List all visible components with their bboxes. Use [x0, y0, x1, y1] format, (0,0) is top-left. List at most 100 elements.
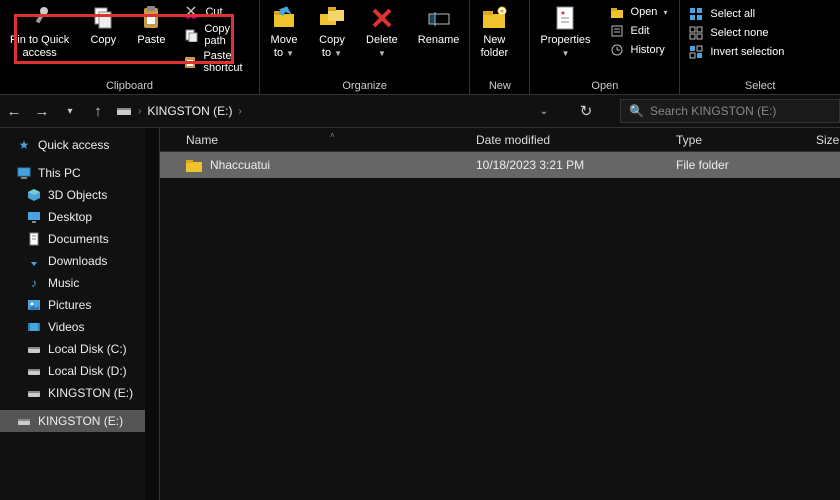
sidebar-quick-access[interactable]: ★ Quick access [0, 134, 159, 156]
breadcrumb[interactable]: › KINGSTON (E:) › [112, 103, 530, 119]
paste-shortcut-button[interactable]: Paste shortcut [183, 50, 251, 74]
breadcrumb-drive[interactable]: KINGSTON (E:) [147, 104, 232, 118]
ribbon-label-new: New [470, 80, 529, 92]
pin-icon [26, 4, 54, 32]
cut-button[interactable]: Cut [183, 4, 251, 20]
properties-icon [551, 4, 579, 32]
invert-selection-icon [688, 44, 704, 60]
copy-path-icon [183, 27, 198, 43]
sidebar-item-downloads[interactable]: Downloads [0, 250, 159, 272]
sidebar-item-desktop[interactable]: Desktop [0, 206, 159, 228]
column-header-date[interactable]: Date modified [476, 133, 676, 147]
nav-forward-button[interactable]: → [28, 97, 56, 125]
delete-button[interactable]: Delete▼ [356, 2, 408, 60]
sidebar: ★ Quick access This PC 3D Objects Deskto… [0, 128, 160, 500]
ribbon-label-clipboard: Clipboard [0, 80, 259, 92]
properties-button[interactable]: Properties▼ [530, 2, 600, 60]
select-none-button[interactable]: Select none [688, 25, 784, 41]
sidebar-item-label: Music [48, 276, 79, 290]
sidebar-item-label: Documents [48, 232, 109, 246]
sidebar-item-label: Local Disk (C:) [48, 342, 127, 356]
copy-to-button[interactable]: Copy to ▼ [308, 2, 356, 60]
history-icon [609, 42, 625, 58]
ribbon-label-organize: Organize [260, 80, 469, 92]
sidebar-item-label: Pictures [48, 298, 91, 312]
invert-selection-button[interactable]: Invert selection [688, 44, 784, 60]
drive-icon [116, 103, 132, 119]
ribbon-group-new: ✦ New folder New [470, 0, 530, 94]
sort-indicator-icon: ˄ [330, 131, 335, 140]
open-folder-icon [609, 4, 625, 20]
drive-icon [26, 341, 42, 357]
copy-icon [89, 4, 117, 32]
copy-button[interactable]: Copy [79, 2, 127, 47]
file-date: 10/18/2023 3:21 PM [476, 158, 676, 172]
file-row[interactable]: Nhaccuatui 10/18/2023 3:21 PM File folde… [160, 152, 840, 178]
paste-button[interactable]: Paste [127, 2, 175, 47]
file-type: File folder [676, 158, 816, 172]
move-to-icon [270, 4, 298, 32]
ribbon-group-select: Select all Select none Invert selection … [680, 0, 840, 94]
sidebar-item-local-disk-d[interactable]: Local Disk (D:) [0, 360, 159, 382]
select-all-button[interactable]: Select all [688, 6, 784, 22]
history-button[interactable]: History [609, 42, 668, 58]
sidebar-item-label: 3D Objects [48, 188, 107, 202]
edit-icon [609, 23, 625, 39]
desktop-icon [26, 209, 42, 225]
folder-icon [186, 159, 202, 172]
sidebar-item-3d-objects[interactable]: 3D Objects [0, 184, 159, 206]
delete-x-icon [368, 4, 396, 32]
edit-button[interactable]: Edit [609, 23, 668, 39]
music-icon: ♪ [26, 275, 42, 291]
search-input[interactable]: 🔍 Search KINGSTON (E:) [620, 99, 840, 123]
search-placeholder: Search KINGSTON (E:) [650, 104, 776, 118]
videos-icon [26, 319, 42, 335]
pictures-icon [26, 297, 42, 313]
star-icon: ★ [16, 137, 32, 153]
sidebar-item-videos[interactable]: Videos [0, 316, 159, 338]
nav-up-button[interactable]: ↑ [84, 97, 112, 125]
documents-icon [26, 231, 42, 247]
new-folder-button[interactable]: ✦ New folder [470, 2, 518, 60]
downloads-icon [26, 253, 42, 269]
svg-text:✦: ✦ [499, 7, 506, 16]
ribbon: Pin to Quick access Copy Paste Cut Copy … [0, 0, 840, 94]
chevron-right-icon[interactable]: › [138, 106, 141, 117]
sidebar-item-documents[interactable]: Documents [0, 228, 159, 250]
file-name: Nhaccuatui [210, 158, 270, 172]
select-none-icon [688, 25, 704, 41]
chevron-right-icon[interactable]: › [238, 106, 241, 117]
sidebar-this-pc[interactable]: This PC [0, 162, 159, 184]
column-header-size[interactable]: Size [816, 133, 840, 147]
sidebar-item-label: KINGSTON (E:) [38, 414, 123, 428]
column-header-type[interactable]: Type [676, 133, 816, 147]
new-folder-icon: ✦ [480, 4, 508, 32]
rename-button[interactable]: Rename [408, 2, 470, 47]
pin-to-quick-access-button[interactable]: Pin to Quick access [0, 2, 79, 60]
rename-icon [425, 4, 453, 32]
sidebar-item-music[interactable]: ♪ Music [0, 272, 159, 294]
select-all-icon [688, 6, 704, 22]
paste-icon [137, 4, 165, 32]
sidebar-item-kingston-e-root[interactable]: KINGSTON (E:) [0, 410, 159, 432]
sidebar-item-label: KINGSTON (E:) [48, 386, 133, 400]
nav-recent-button[interactable]: ▾ [56, 97, 84, 125]
sidebar-item-label: Downloads [48, 254, 107, 268]
copy-to-icon [318, 4, 346, 32]
address-bar: ← → ▾ ↑ › KINGSTON (E:) › ⌄ ↻ 🔍 Search K… [0, 94, 840, 128]
copy-path-button[interactable]: Copy path [183, 23, 251, 47]
column-headers: Name Date modified Type Size [160, 128, 840, 152]
refresh-button[interactable]: ↻ [572, 97, 600, 125]
sidebar-item-label: Local Disk (D:) [48, 364, 127, 378]
scissors-icon [183, 4, 199, 20]
sidebar-item-local-disk-c[interactable]: Local Disk (C:) [0, 338, 159, 360]
sidebar-item-pictures[interactable]: Pictures [0, 294, 159, 316]
nav-back-button[interactable]: ← [0, 97, 28, 125]
sidebar-item-kingston-e[interactable]: KINGSTON (E:) [0, 382, 159, 404]
explorer-body: ★ Quick access This PC 3D Objects Deskto… [0, 128, 840, 500]
open-button[interactable]: Open ▾ [609, 4, 668, 20]
sidebar-scrollbar[interactable] [145, 128, 159, 500]
move-to-button[interactable]: Move to ▼ [260, 2, 308, 60]
address-dropdown-button[interactable]: ⌄ [530, 97, 558, 125]
ribbon-group-clipboard: Pin to Quick access Copy Paste Cut Copy … [0, 0, 260, 94]
